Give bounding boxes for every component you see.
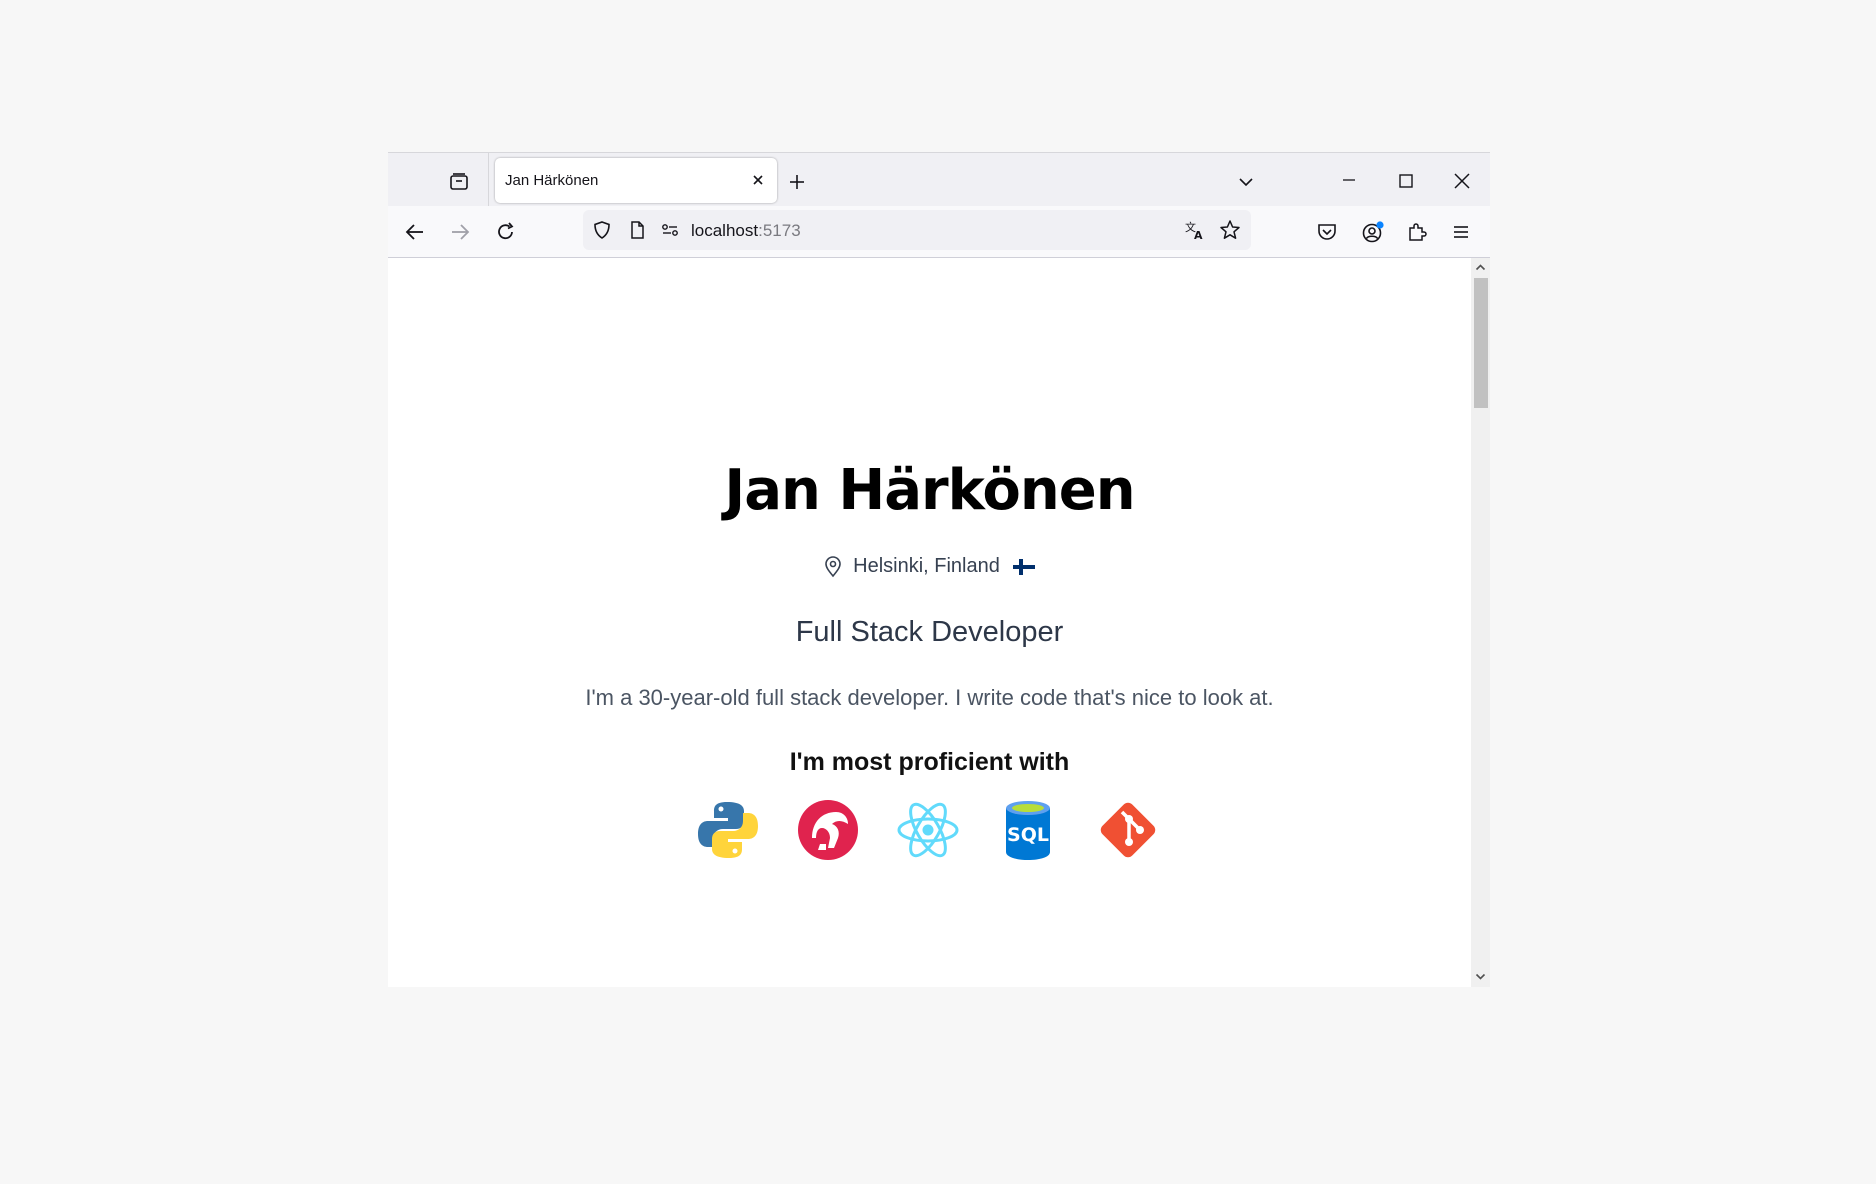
tab-bar: Jan Härkönen xyxy=(388,152,1490,207)
extensions-puzzle-icon[interactable] xyxy=(1406,221,1428,243)
tab-active[interactable]: Jan Härkönen xyxy=(495,158,777,203)
reload-icon[interactable] xyxy=(495,221,517,243)
tab-title: Jan Härkönen xyxy=(505,172,599,189)
minimize-icon[interactable] xyxy=(1339,170,1359,190)
python-icon xyxy=(698,802,758,858)
bookmark-star-icon[interactable] xyxy=(1219,219,1241,241)
proficient-heading: I'm most proficient with xyxy=(789,748,1070,776)
scroll-up-arrow-icon[interactable] xyxy=(1475,262,1486,273)
react-icon xyxy=(897,802,959,858)
job-title: Full Stack Developer xyxy=(795,616,1064,648)
bio-text: I'm a 30-year-old full stack developer. … xyxy=(585,685,1274,710)
browser-window: Jan Härkönen localhost:5173 文 A Jan Härk… xyxy=(388,152,1490,987)
account-icon[interactable] xyxy=(1361,220,1385,244)
url-host: localhost xyxy=(691,221,759,240)
close-window-icon[interactable] xyxy=(1452,171,1472,191)
url-text[interactable]: localhost:5173 xyxy=(691,221,801,241)
location-pin-icon xyxy=(824,555,841,577)
back-arrow-icon[interactable] xyxy=(404,221,426,243)
vertical-scrollbar[interactable] xyxy=(1471,258,1490,987)
close-tab-icon[interactable] xyxy=(747,169,769,191)
svg-text:A: A xyxy=(1194,229,1203,241)
finland-flag-icon xyxy=(1013,558,1036,575)
location-text: Helsinki, Finland xyxy=(853,555,1000,578)
page-viewport[interactable]: Jan Härkönen Helsinki, Finland Full Stac… xyxy=(388,258,1471,987)
svg-text:SQL: SQL xyxy=(1007,824,1049,846)
scroll-down-arrow-icon[interactable] xyxy=(1475,971,1486,982)
tab-groups-icon[interactable] xyxy=(449,172,469,192)
tab-divider xyxy=(488,153,489,207)
url-bar[interactable]: localhost:5173 文 A xyxy=(583,210,1251,250)
page-info-icon[interactable] xyxy=(627,220,647,240)
hamburger-menu-icon[interactable] xyxy=(1450,221,1472,243)
translate-icon[interactable]: 文 A xyxy=(1184,219,1206,241)
pocket-icon[interactable] xyxy=(1316,221,1338,243)
new-tab-icon[interactable] xyxy=(787,172,807,192)
profile-name-heading: Jan Härkönen xyxy=(724,458,1135,523)
forward-arrow-icon xyxy=(452,224,470,240)
shield-icon[interactable] xyxy=(592,220,612,240)
maximize-icon[interactable] xyxy=(1396,171,1416,191)
scrollbar-thumb[interactable] xyxy=(1474,278,1488,408)
site-permissions-icon[interactable] xyxy=(660,220,680,240)
skills-row: SQL xyxy=(388,798,1471,862)
location-line: Helsinki, Finland xyxy=(388,555,1471,578)
url-port: :5173 xyxy=(758,221,801,240)
list-all-tabs-icon[interactable] xyxy=(1236,172,1256,192)
git-icon xyxy=(1100,802,1156,858)
nestjs-icon xyxy=(798,800,858,860)
sql-database-icon: SQL xyxy=(1006,801,1050,860)
navigation-toolbar: localhost:5173 文 A xyxy=(388,206,1490,258)
